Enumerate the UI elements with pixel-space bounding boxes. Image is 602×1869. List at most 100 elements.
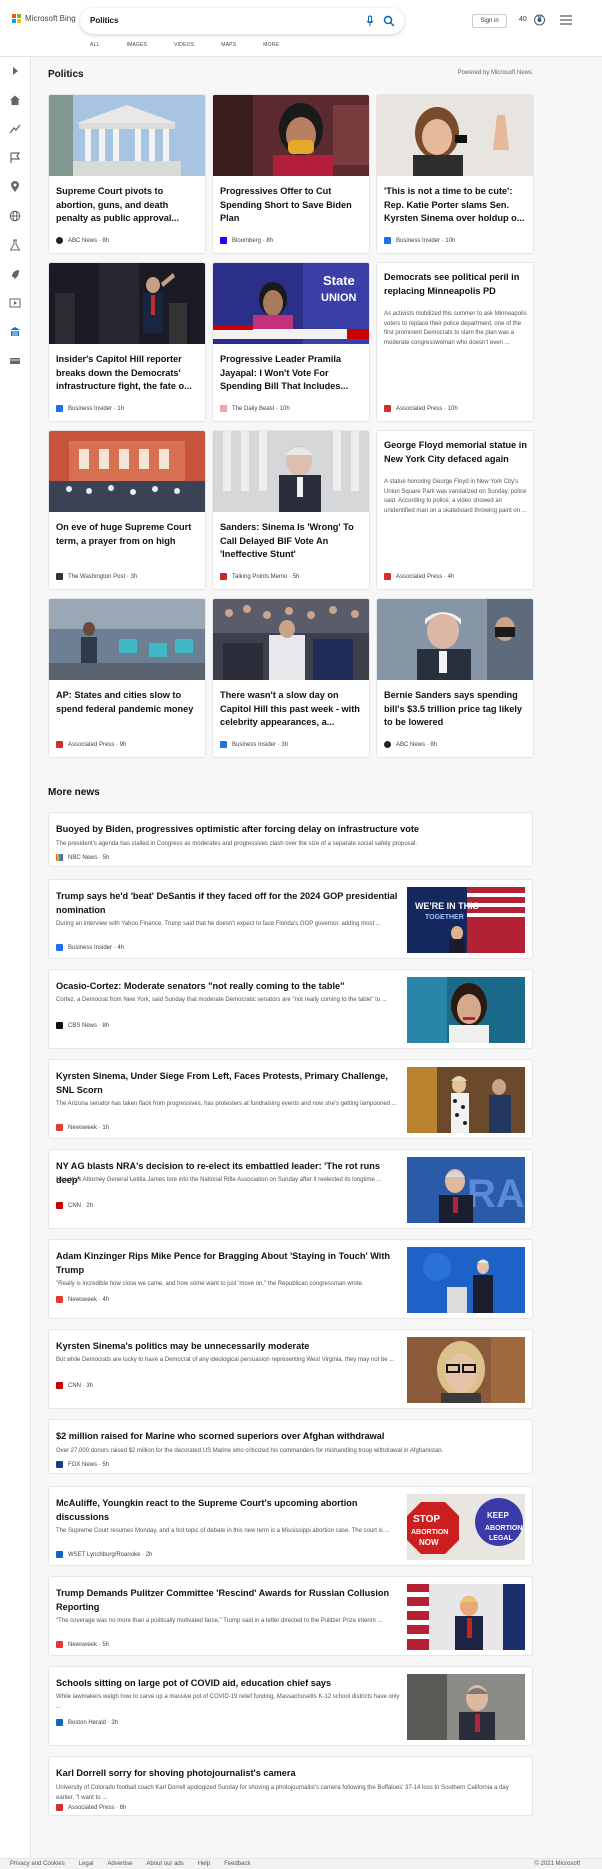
powered-by-label[interactable]: Powered by Microsoft News <box>420 70 532 76</box>
footer-link-advertise[interactable]: Advertise <box>107 1861 132 1867</box>
card-title[interactable]: Progressives Offer to Cut Spending Short… <box>220 185 364 226</box>
home-icon[interactable] <box>9 94 21 106</box>
entertainment-icon[interactable] <box>9 297 21 309</box>
microphone-icon[interactable] <box>364 15 376 27</box>
news-title[interactable]: Ocasio-Cortez: Moderate senators "not re… <box>56 979 401 993</box>
money-icon[interactable] <box>9 355 21 367</box>
news-source: Newsweek · 1h <box>56 1124 109 1131</box>
card-title[interactable]: Insider's Capitol Hill reporter breaks d… <box>56 353 200 394</box>
card-title[interactable]: Supreme Court pivots to abortion, guns, … <box>56 185 200 226</box>
news-card[interactable]: Insider's Capitol Hill reporter breaks d… <box>48 262 206 422</box>
card-title[interactable]: George Floyd memorial statue in New York… <box>384 439 528 466</box>
news-list-item[interactable]: NY AG blasts NRA's decision to re-elect … <box>48 1149 533 1229</box>
news-title[interactable]: Kyrsten Sinema's politics may be unneces… <box>56 1339 401 1353</box>
expand-arrow-icon[interactable] <box>9 65 21 77</box>
card-title[interactable]: AP: States and cities slow to spend fede… <box>56 689 200 716</box>
tab-all[interactable]: ALL <box>90 42 100 48</box>
bing-logo[interactable]: Microsoft Bing <box>12 14 76 23</box>
news-card[interactable]: Bernie Sanders says spending bill's $3.5… <box>376 598 534 758</box>
news-list-item[interactable]: Trump Demands Pulitzer Committee 'Rescin… <box>48 1576 533 1656</box>
news-title[interactable]: McAuliffe, Youngkin react to the Supreme… <box>56 1496 401 1524</box>
trending-icon[interactable] <box>9 123 21 135</box>
search-box[interactable]: Politics <box>80 8 404 34</box>
news-card[interactable]: George Floyd memorial statue in New York… <box>376 430 534 590</box>
news-list-item[interactable]: Ocasio-Cortez: Moderate senators "not re… <box>48 969 533 1049</box>
footer-link-about-ads[interactable]: About our ads <box>146 1861 183 1867</box>
news-title[interactable]: Trump says he'd 'beat' DeSantis if they … <box>56 889 401 917</box>
news-title[interactable]: Schools sitting on large pot of COVID ai… <box>56 1676 401 1690</box>
news-title[interactable]: Kyrsten Sinema, Under Siege From Left, F… <box>56 1069 401 1097</box>
nbc-news-logo-icon <box>56 854 63 861</box>
news-description: Cortez, a Democrat from New York, said S… <box>56 997 387 1003</box>
news-card[interactable]: Supreme Court pivots to abortion, guns, … <box>48 94 206 254</box>
business-insider-logo-icon <box>220 741 227 748</box>
news-title[interactable]: Adam Kinzinger Rips Mike Pence for Bragg… <box>56 1249 401 1277</box>
news-list-item[interactable]: Kyrsten Sinema, Under Siege From Left, F… <box>48 1059 533 1139</box>
news-title[interactable]: Buoyed by Biden, progressives optimistic… <box>56 822 526 836</box>
flag-icon[interactable] <box>9 152 21 164</box>
capitol-baseball-crowd-image <box>213 599 369 680</box>
news-title[interactable]: Trump Demands Pulitzer Committee 'Rescin… <box>56 1586 401 1614</box>
card-title[interactable]: Democrats see political peril in replaci… <box>384 271 528 298</box>
globe-icon[interactable] <box>9 210 21 222</box>
trump-pulitzer-image <box>407 1584 525 1650</box>
tab-videos[interactable]: VIDEOS <box>174 42 194 48</box>
location-icon[interactable] <box>9 181 21 193</box>
card-title[interactable]: There wasn't a slow day on Capitol Hill … <box>220 689 364 730</box>
news-card[interactable]: 'This is not a time to be cute': Rep. Ka… <box>376 94 534 254</box>
card-source: Bloomberg · 8h <box>220 237 273 244</box>
footer-link-help[interactable]: Help <box>198 1861 210 1867</box>
cnn-state-of-the-union-image: State UNION <box>213 263 369 344</box>
news-card[interactable]: Democrats see political peril in replaci… <box>376 262 534 422</box>
news-card[interactable]: Sanders: Sinema Is 'Wrong' To Call Delay… <box>212 430 370 590</box>
politics-capitol-icon[interactable] <box>9 326 21 338</box>
news-list-item[interactable]: Trump says he'd 'beat' DeSantis if they … <box>48 879 533 959</box>
hamburger-menu-icon[interactable] <box>560 15 572 25</box>
news-card[interactable]: On eve of huge Supreme Court term, a pra… <box>48 430 206 590</box>
news-list-item[interactable]: Buoyed by Biden, progressives optimistic… <box>48 812 533 867</box>
logo-text: Microsoft Bing <box>25 14 76 23</box>
left-nav-rail <box>0 57 31 1869</box>
bing-news-page: Microsoft Bing Politics ALL IMAGES VIDEO… <box>0 0 602 1869</box>
news-card[interactable]: State UNION Progressive Leader Pramila J… <box>212 262 370 422</box>
news-description: But while Democrats are lucky to have a … <box>56 1357 395 1363</box>
news-list-item[interactable]: Adam Kinzinger Rips Mike Pence for Bragg… <box>48 1239 533 1319</box>
science-icon[interactable] <box>9 239 21 251</box>
business-insider-logo-icon <box>56 405 63 412</box>
daily-beast-logo-icon <box>220 405 227 412</box>
rewards-points[interactable]: 40 <box>519 16 527 23</box>
news-list-item[interactable]: McAuliffe, Youngkin react to the Supreme… <box>48 1486 533 1566</box>
svg-text:STOP: STOP <box>413 1514 440 1525</box>
news-card[interactable]: Progressives Offer to Cut Spending Short… <box>212 94 370 254</box>
news-card[interactable]: There wasn't a slow day on Capitol Hill … <box>212 598 370 758</box>
footer-link-feedback[interactable]: Feedback <box>224 1861 250 1867</box>
news-title[interactable]: $2 million raised for Marine who scorned… <box>56 1429 526 1443</box>
business-insider-logo-icon <box>56 944 63 951</box>
newsweek-logo-icon <box>56 1641 63 1648</box>
news-title[interactable]: Karl Dorrell sorry for shoving photojour… <box>56 1766 526 1780</box>
tab-more[interactable]: MORE <box>263 42 279 48</box>
katie-porter-image <box>377 95 533 176</box>
search-input[interactable]: Politics <box>90 16 118 25</box>
rocket-icon[interactable] <box>9 268 21 280</box>
search-icon[interactable] <box>383 15 395 27</box>
rewards-medal-icon[interactable] <box>532 12 547 27</box>
card-title[interactable]: 'This is not a time to be cute': Rep. Ka… <box>384 185 528 226</box>
card-title[interactable]: Sanders: Sinema Is 'Wrong' To Call Delay… <box>220 521 364 562</box>
news-list-item[interactable]: $2 million raised for Marine who scorned… <box>48 1419 533 1474</box>
news-source: NBC News · 5h <box>56 854 109 861</box>
footer-link-legal[interactable]: Legal <box>79 1861 94 1867</box>
news-card[interactable]: AP: States and cities slow to spend fede… <box>48 598 206 758</box>
sign-in-button[interactable]: Sign in <box>472 14 507 28</box>
news-list-item[interactable]: Schools sitting on large pot of COVID ai… <box>48 1666 533 1746</box>
news-description: University of Colorado football coach Ka… <box>56 1785 509 1801</box>
news-list-item[interactable]: Kyrsten Sinema's politics may be unneces… <box>48 1329 533 1409</box>
footer-link-privacy[interactable]: Privacy and Cookies <box>10 1861 65 1867</box>
tab-maps[interactable]: MAPS <box>221 42 236 48</box>
card-title[interactable]: On eve of huge Supreme Court term, a pra… <box>56 521 200 548</box>
news-list-item[interactable]: Karl Dorrell sorry for shoving photojour… <box>48 1756 533 1816</box>
svg-text:RA: RA <box>467 1172 525 1216</box>
tab-images[interactable]: IMAGES <box>127 42 148 48</box>
card-title[interactable]: Progressive Leader Pramila Jayapal: I Wo… <box>220 353 364 394</box>
card-title[interactable]: Bernie Sanders says spending bill's $3.5… <box>384 689 528 730</box>
